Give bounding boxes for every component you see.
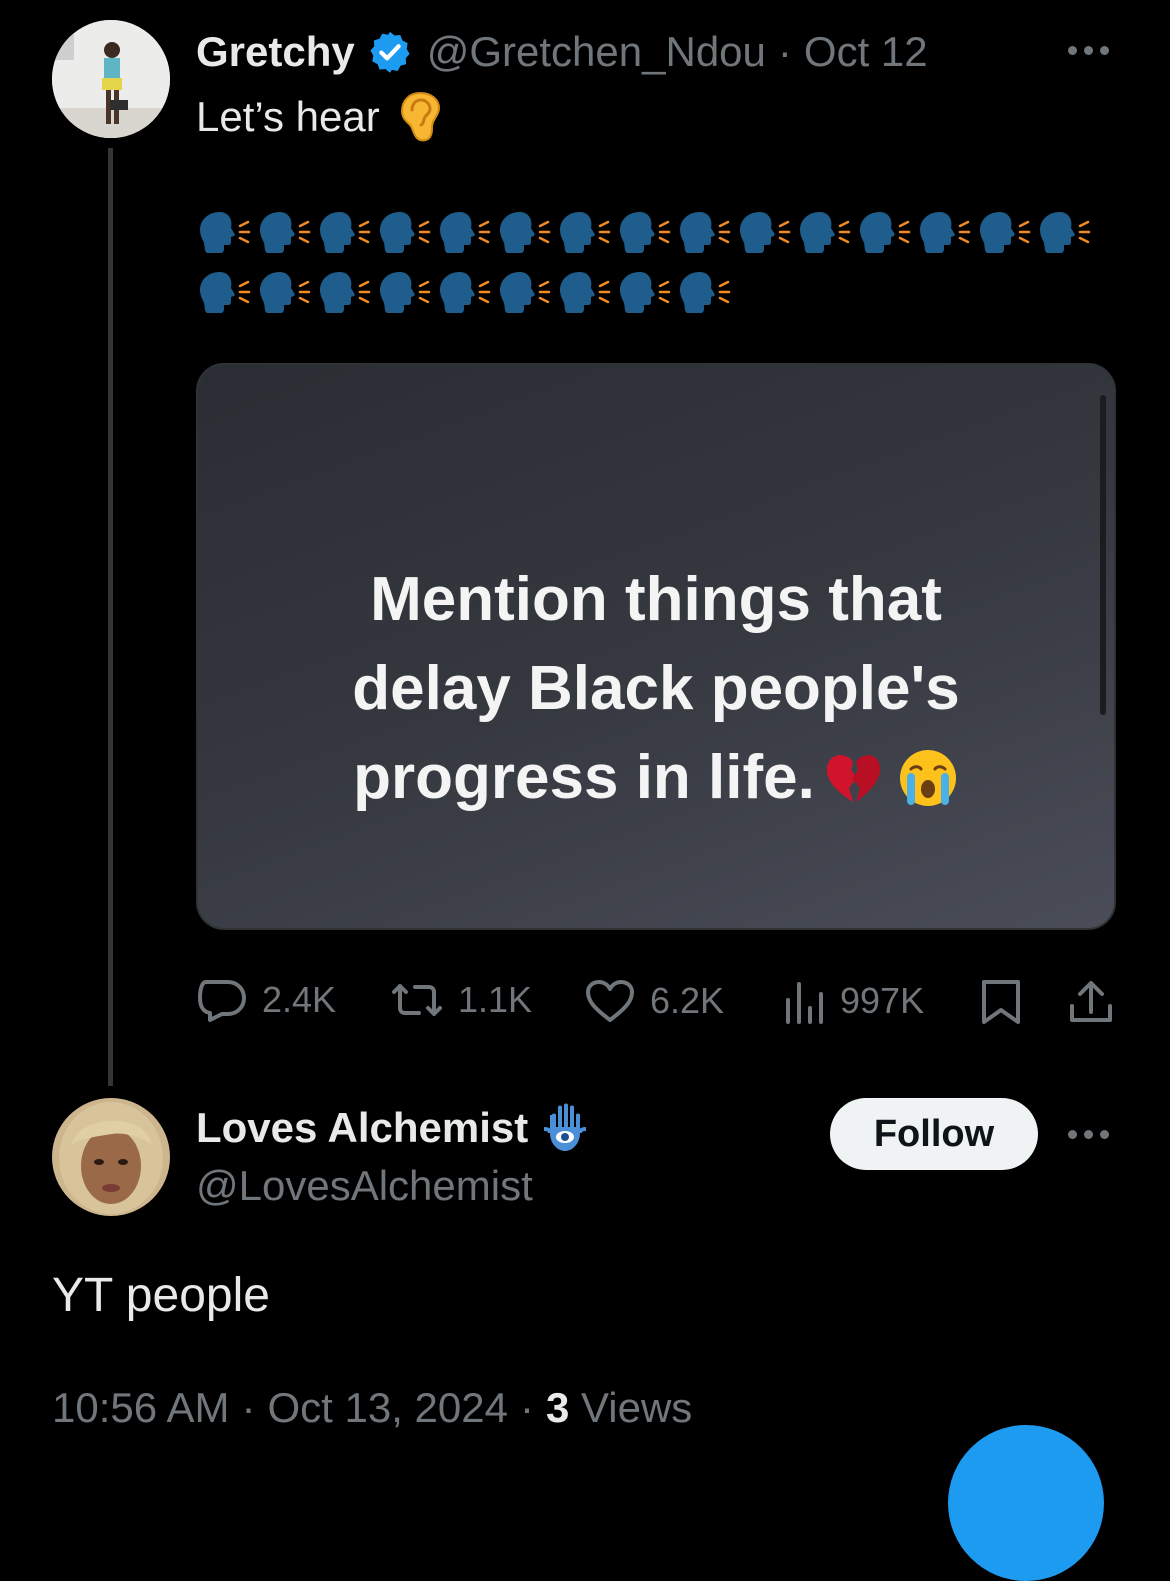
views-button[interactable]: 997K xyxy=(782,978,924,1024)
media-line: progress in life. xyxy=(198,733,1114,822)
speaking-head-icon xyxy=(440,272,491,313)
speaking-head-icon xyxy=(620,212,671,253)
views-stat[interactable]: 3 Views xyxy=(546,1384,692,1432)
hamsa-icon xyxy=(542,1101,588,1155)
media-caption: Mention things that delay Black people's… xyxy=(198,555,1114,822)
views-count: 997K xyxy=(840,980,925,1021)
heart-icon xyxy=(586,980,634,1022)
emoji-row xyxy=(196,210,1092,256)
repost-icon xyxy=(392,984,442,1016)
speaking-head-icon xyxy=(380,272,431,313)
reply-time[interactable]: 10:56 AM xyxy=(52,1384,229,1432)
follow-button[interactable]: Follow xyxy=(830,1098,1038,1170)
repost-count: 1.1K xyxy=(458,979,533,1020)
speaking-head-icon xyxy=(680,212,731,253)
reply-author: Loves Alchemist xyxy=(196,1102,588,1154)
broken-heart-icon xyxy=(823,750,883,806)
like-button[interactable]: 6.2K xyxy=(584,978,724,1024)
display-name[interactable]: Gretchy xyxy=(196,28,355,76)
tweet-text: Let’s hear xyxy=(196,90,442,144)
reply-meta: 10:56 AM · Oct 13, 2024 · 3 Views xyxy=(52,1384,692,1432)
speaking-head-icon xyxy=(200,272,251,313)
tweet-text-content: Let’s hear xyxy=(196,93,380,140)
display-name[interactable]: Loves Alchemist xyxy=(196,1104,528,1152)
media-line: Mention things that xyxy=(370,565,942,634)
separator: · xyxy=(777,28,792,75)
media-line-text: progress in life. xyxy=(353,743,815,812)
speaking-head-icon xyxy=(200,212,251,253)
speaking-head-icon xyxy=(320,272,371,313)
like-count: 6.2K xyxy=(650,980,725,1021)
repost-button[interactable]: 1.1K xyxy=(390,978,532,1022)
handle[interactable]: @Gretchen_Ndou xyxy=(427,28,766,76)
emoji-row xyxy=(196,270,732,316)
share-icon[interactable] xyxy=(1068,978,1114,1031)
handle[interactable]: @LovesAlchemist xyxy=(196,1162,533,1210)
analytics-icon xyxy=(786,982,823,1024)
media-image[interactable]: Mention things that delay Black people's… xyxy=(196,363,1116,930)
speaking-head-icon xyxy=(560,272,611,313)
speaking-head-icon xyxy=(920,212,971,253)
compose-fab-button[interactable] xyxy=(948,1425,1104,1581)
more-options-icon[interactable] xyxy=(1068,46,1109,55)
speaking-head-icon xyxy=(1040,212,1091,253)
bookmark-icon[interactable] xyxy=(980,978,1022,1031)
separator: · xyxy=(519,1384,534,1431)
speaking-head-icon xyxy=(320,212,371,253)
timestamp[interactable]: Oct 12 xyxy=(804,28,928,76)
views-number: 3 xyxy=(545,1384,570,1431)
speaking-head-icon xyxy=(440,212,491,253)
avatar[interactable] xyxy=(52,20,170,138)
speaking-head-icon xyxy=(560,212,611,253)
crying-face-icon xyxy=(897,747,959,809)
speaking-head-icon xyxy=(500,212,551,253)
verified-badge-icon xyxy=(367,29,413,75)
ear-icon xyxy=(398,90,442,144)
speaking-head-icon xyxy=(380,212,431,253)
avatar[interactable] xyxy=(52,1098,170,1216)
tweet-header: Gretchy @Gretchen_Ndou · Oct 12 xyxy=(196,24,928,80)
speaking-head-icon xyxy=(800,212,851,253)
reply-date[interactable]: Oct 13, 2024 xyxy=(267,1384,508,1432)
speaking-head-icon xyxy=(680,272,731,313)
speaking-head-icon xyxy=(260,212,311,253)
reply-count: 2.4K xyxy=(262,979,337,1020)
reply-button[interactable]: 2.4K xyxy=(196,978,336,1022)
reply-icon xyxy=(198,980,246,1022)
media-line: delay Black people's xyxy=(352,654,960,723)
reply-text: YT people xyxy=(52,1269,270,1322)
speaking-head-icon xyxy=(740,212,791,253)
speaking-head-icon xyxy=(860,212,911,253)
views-label: Views xyxy=(581,1384,693,1431)
speaking-head-icon xyxy=(260,272,311,313)
speaking-head-icon xyxy=(980,212,1031,253)
thread-connector xyxy=(108,148,113,1086)
speaking-head-icon xyxy=(500,272,551,313)
more-options-icon[interactable] xyxy=(1068,1130,1109,1139)
speaking-head-icon xyxy=(620,272,671,313)
separator: · xyxy=(241,1384,256,1431)
